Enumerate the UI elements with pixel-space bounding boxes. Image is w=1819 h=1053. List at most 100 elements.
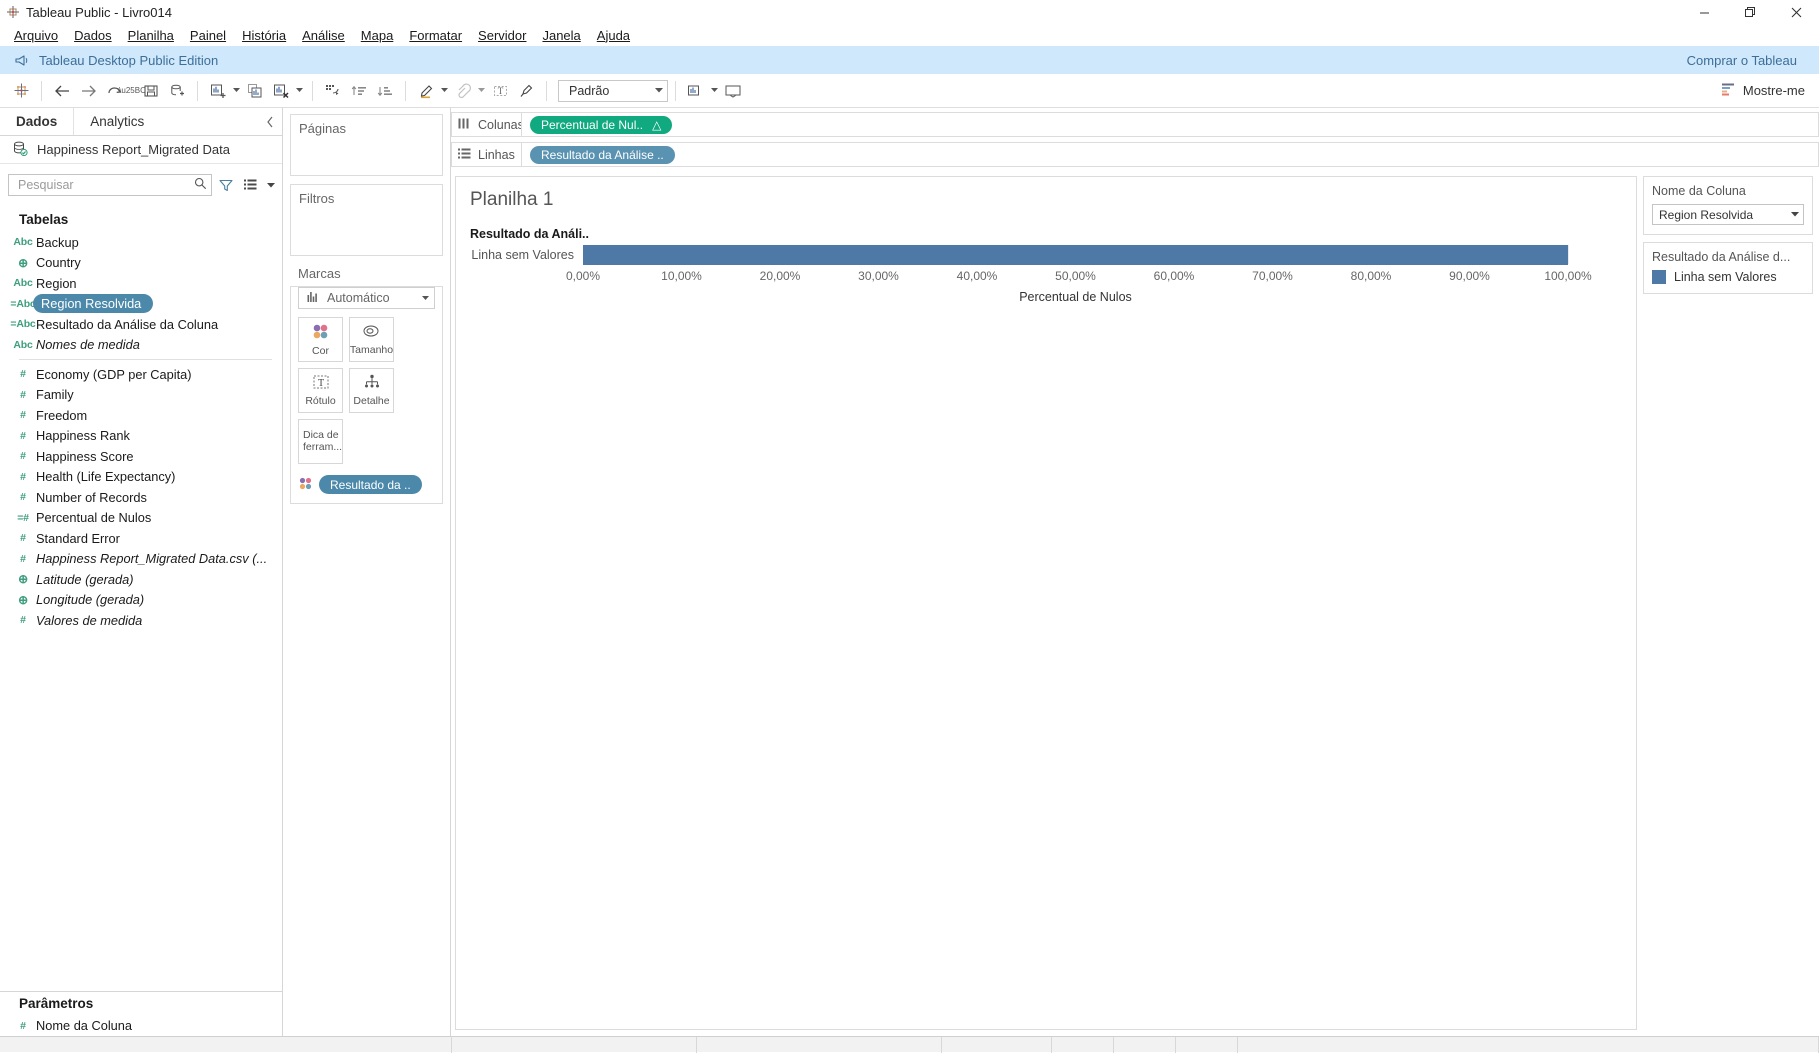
- show-me-button[interactable]: Mostre-me: [1721, 82, 1805, 99]
- list-view-icon[interactable]: [240, 179, 260, 191]
- field-economy-gdp-per-capita[interactable]: # Economy (GDP per Capita): [0, 364, 282, 385]
- menu-painel[interactable]: Painel: [182, 26, 234, 45]
- search-input[interactable]: [16, 177, 194, 193]
- clear-sheet-icon[interactable]: [268, 78, 294, 104]
- pill-resultado-da-analise[interactable]: Resultado da Análise ..: [530, 145, 675, 164]
- duplicate-sheet-icon[interactable]: [242, 78, 268, 104]
- sheet-title: Planilha 1: [470, 189, 554, 210]
- field-standard-error[interactable]: # Standard Error: [0, 528, 282, 549]
- search-icon[interactable]: [194, 177, 207, 193]
- collapse-pane-button[interactable]: [266, 108, 274, 136]
- parameter-select[interactable]: Region Resolvida: [1652, 204, 1804, 225]
- field-valores-de-medida[interactable]: # Valores de medida: [0, 610, 282, 631]
- new-worksheet-icon[interactable]: [205, 78, 231, 104]
- chart-bar[interactable]: [583, 245, 1568, 265]
- swap-rows-columns-icon[interactable]: [320, 78, 346, 104]
- presentation-mode-icon[interactable]: [720, 78, 746, 104]
- save-icon[interactable]: [138, 78, 164, 104]
- marks-color-button[interactable]: Cor: [298, 317, 343, 362]
- field-resultado-da-analise-da-coluna[interactable]: =Abc Resultado da Análise da Coluna: [0, 314, 282, 335]
- fit-select[interactable]: Padrão: [558, 79, 668, 102]
- field-country[interactable]: ⊕ Country: [0, 253, 282, 274]
- marks-tooltip-button[interactable]: Dica de ferram...: [298, 419, 343, 464]
- close-button[interactable]: [1773, 0, 1819, 24]
- menu-ajuda[interactable]: Ajuda: [589, 26, 638, 45]
- group-members-icon[interactable]: [450, 78, 476, 104]
- new-worksheet-caret-icon[interactable]: [231, 78, 242, 104]
- highlight-caret-icon[interactable]: [439, 78, 450, 104]
- marks-detail-button[interactable]: Detalhe: [349, 368, 394, 413]
- x-axis-title[interactable]: Percentual de Nulos: [456, 290, 1636, 304]
- forward-arrow-icon[interactable]: [75, 78, 101, 104]
- pages-card[interactable]: Páginas: [290, 114, 443, 176]
- group-caret-icon[interactable]: [476, 78, 487, 104]
- field-region[interactable]: Abc Region: [0, 273, 282, 294]
- buy-tableau-link[interactable]: Comprar o Tableau: [1687, 53, 1797, 68]
- clear-sheet-caret-icon[interactable]: [294, 78, 305, 104]
- filter-icon[interactable]: [216, 179, 236, 192]
- marks-size-button[interactable]: Tamanho: [349, 317, 394, 362]
- menu-painel-label: Painel: [189, 27, 227, 43]
- field-latitude-gerada[interactable]: ⊕ Latitude (gerada): [0, 569, 282, 590]
- new-data-source-icon[interactable]: [164, 78, 190, 104]
- sort-descending-icon[interactable]: [372, 78, 398, 104]
- maximize-button[interactable]: [1727, 0, 1773, 24]
- menu-janela[interactable]: Janela: [534, 26, 588, 45]
- field-longitude-gerada[interactable]: ⊕ Longitude (gerada): [0, 590, 282, 611]
- field-happiness-rank[interactable]: # Happiness Rank: [0, 426, 282, 447]
- field-happiness-score[interactable]: # Happiness Score: [0, 446, 282, 467]
- field-region-resolvida[interactable]: =Abc Region Resolvida: [0, 294, 282, 315]
- search-box[interactable]: [8, 174, 212, 196]
- x-axis[interactable]: 0,00% 10,00% 20,00% 30,00% 40,00% 50,00%…: [566, 265, 1592, 287]
- field-freedom[interactable]: # Freedom: [0, 405, 282, 426]
- worksheet-canvas[interactable]: Planilha 1 Resultado da Análi.. Linha se…: [455, 176, 1637, 1030]
- menu-mapa[interactable]: Mapa: [353, 26, 402, 45]
- field-number-of-records[interactable]: # Number of Records: [0, 487, 282, 508]
- menu-planilha[interactable]: Planilha: [120, 26, 182, 45]
- back-arrow-icon[interactable]: [49, 78, 75, 104]
- show-hide-cards-icon[interactable]: [683, 78, 709, 104]
- menu-historia[interactable]: História: [234, 26, 294, 45]
- field-family[interactable]: # Family: [0, 385, 282, 406]
- rows-shelf-label: Linhas: [451, 142, 521, 167]
- tab-analytics[interactable]: Analytics: [73, 108, 160, 135]
- data-source-item[interactable]: Happiness Report_Migrated Data: [0, 136, 282, 164]
- field-health-life-expectancy[interactable]: # Health (Life Expectancy): [0, 467, 282, 488]
- field-group-divider: [19, 359, 272, 360]
- tab-dados[interactable]: Dados: [0, 108, 73, 135]
- field-nomes-de-medida[interactable]: Abc Nomes de medida: [0, 335, 282, 356]
- menu-dados[interactable]: Dados: [66, 26, 120, 45]
- minimize-button[interactable]: [1681, 0, 1727, 24]
- columns-shelf-dropzone[interactable]: Percentual de Nul.. △: [521, 112, 1819, 137]
- marks-color-pill[interactable]: Resultado da ..: [319, 475, 422, 494]
- menu-arquivo[interactable]: Arquivo: [6, 26, 66, 45]
- sort-ascending-icon[interactable]: [346, 78, 372, 104]
- highlight-icon[interactable]: [413, 78, 439, 104]
- filters-card[interactable]: Filtros: [290, 184, 443, 256]
- fix-axes-icon[interactable]: [513, 78, 539, 104]
- field-backup[interactable]: Abc Backup: [0, 232, 282, 253]
- parameter-nome-da-coluna[interactable]: # Nome da Coluna: [0, 1016, 282, 1037]
- show-mark-labels-icon[interactable]: T: [487, 78, 513, 104]
- mark-type-select[interactable]: Automático: [298, 287, 435, 309]
- legend-entry[interactable]: Linha sem Valores: [1652, 270, 1804, 284]
- pill-percentual-de-nulos[interactable]: Percentual de Nul.. △: [530, 115, 673, 134]
- data-source-icon: [12, 141, 28, 159]
- rows-shelf-dropzone[interactable]: Resultado da Análise ..: [521, 142, 1819, 167]
- field-happiness-report-csv-count[interactable]: # Happiness Report_Migrated Data.csv (..…: [0, 549, 282, 570]
- tableau-home-icon[interactable]: [8, 78, 34, 104]
- number-type-icon: #: [20, 491, 26, 504]
- menu-servidor[interactable]: Servidor: [470, 26, 534, 45]
- public-edition-banner: Tableau Desktop Public Edition Comprar o…: [0, 46, 1819, 74]
- menu-analise[interactable]: Análise: [294, 26, 353, 45]
- cards-caret-icon[interactable]: [709, 78, 720, 104]
- chevron-down-icon: [1791, 210, 1799, 219]
- field-percentual-de-nulos[interactable]: =# Percentual de Nulos: [0, 508, 282, 529]
- view-options-caret-icon[interactable]: [264, 182, 277, 188]
- menu-formatar[interactable]: Formatar: [401, 26, 470, 45]
- marks-card-title: Marcas: [298, 266, 341, 281]
- refresh-caret-icon[interactable]: \u25BC: [119, 78, 146, 104]
- toolbar-separator-2: [197, 80, 198, 101]
- marks-label-button[interactable]: T Rótulo: [298, 368, 343, 413]
- gridline: [1568, 245, 1569, 264]
